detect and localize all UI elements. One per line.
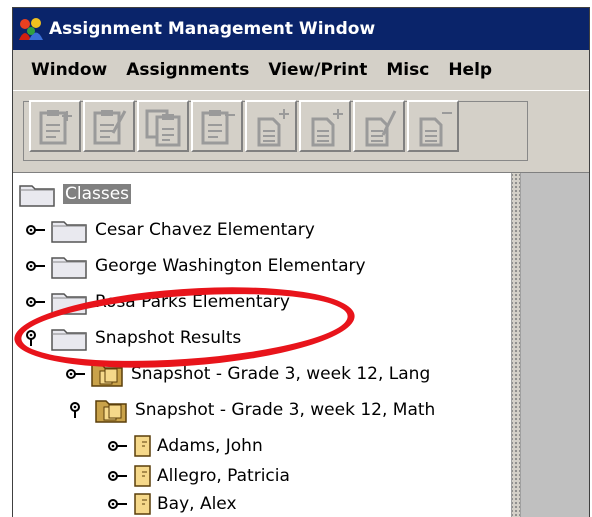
add-document-icon (257, 109, 289, 147)
tree-node-snapshot-results[interactable]: Snapshot Results (25, 321, 241, 355)
tree-node-cesar-chavez[interactable]: Cesar Chavez Elementary (25, 213, 315, 247)
title-bar[interactable]: Assignment Management Window (13, 8, 589, 50)
assignment-folder-icon (91, 361, 123, 387)
menu-view-print[interactable]: View/Print (260, 60, 367, 80)
user-group-icon (17, 16, 45, 42)
tree-label: George Washington Elementary (95, 256, 366, 276)
remove-document-icon (419, 112, 452, 147)
class-tree[interactable]: Classes Cesar Chavez Elementary George W… (13, 173, 511, 517)
tree-label: Classes (63, 184, 132, 204)
tree-root-classes[interactable]: Classes (19, 177, 132, 211)
remove-clipboard-icon (201, 110, 235, 145)
expand-handle-icon[interactable] (65, 366, 87, 382)
tree-node-rosa-parks[interactable]: Rosa Parks Elementary (25, 285, 290, 319)
folder-icon (51, 325, 87, 351)
folder-icon (51, 217, 87, 243)
remove-assignment-button[interactable] (191, 100, 243, 152)
copy-assignment-button[interactable] (137, 100, 189, 152)
expand-handle-icon[interactable] (25, 258, 47, 274)
tree-node-student-adams[interactable]: Adams, John (107, 429, 263, 463)
tree-label: Adams, John (157, 436, 263, 456)
tree-label: Snapshot - Grade 3, week 12, Math (135, 400, 436, 420)
expand-handle-icon[interactable] (107, 438, 129, 454)
edit-clipboard-icon (93, 110, 127, 145)
expand-handle-icon[interactable] (25, 294, 47, 310)
collapse-handle-icon[interactable] (25, 330, 47, 346)
menu-help[interactable]: Help (440, 60, 492, 80)
tree-node-snapshot-lang[interactable]: Snapshot - Grade 3, week 12, Lang (65, 357, 430, 391)
remove-student-button[interactable] (407, 100, 459, 152)
menu-misc[interactable]: Misc (378, 60, 429, 80)
student-icon (133, 492, 153, 516)
tree-node-student-bay[interactable]: Bay, Alex (107, 487, 237, 517)
tree-label: Cesar Chavez Elementary (95, 220, 315, 240)
menu-bar: Window Assignments View/Print Misc Help (13, 50, 589, 90)
expand-handle-icon[interactable] (25, 222, 47, 238)
student-icon (133, 464, 153, 488)
content-area: Classes Cesar Chavez Elementary George W… (13, 172, 589, 517)
tree-label: Rosa Parks Elementary (95, 292, 290, 312)
expand-handle-icon[interactable] (107, 468, 129, 484)
folder-icon (19, 181, 55, 207)
copy-clipboard-icon (145, 109, 181, 147)
tree-node-george-washington[interactable]: George Washington Elementary (25, 249, 366, 283)
menu-window[interactable]: Window (13, 60, 107, 80)
tree-node-snapshot-math[interactable]: Snapshot - Grade 3, week 12, Math (69, 393, 435, 427)
tree-label: Snapshot - Grade 3, week 12, Lang (131, 364, 431, 384)
edit-student-button[interactable] (353, 100, 405, 152)
collapse-handle-icon[interactable] (69, 402, 91, 418)
detail-pane (521, 173, 589, 517)
tree-label: Snapshot Results (95, 328, 242, 348)
window-title: Assignment Management Window (49, 19, 376, 39)
tree-label: Allegro, Patricia (157, 466, 290, 486)
tree-label: Bay, Alex (157, 494, 237, 514)
add-clipboard-icon (39, 110, 72, 145)
add-document-icon (311, 109, 343, 147)
toolbar (13, 90, 589, 173)
pane-splitter[interactable] (511, 173, 521, 517)
edit-document-icon (365, 110, 397, 147)
expand-handle-icon[interactable] (107, 496, 129, 512)
add-student-group-button[interactable] (299, 100, 351, 152)
assignment-folder-icon (95, 397, 127, 423)
assignment-management-window: Assignment Management Window Window Assi… (12, 7, 590, 517)
menu-assignments[interactable]: Assignments (118, 60, 249, 80)
folder-icon (51, 253, 87, 279)
add-assignment-button[interactable] (29, 100, 81, 152)
folder-icon (51, 289, 87, 315)
add-student-button[interactable] (245, 100, 297, 152)
edit-assignment-button[interactable] (83, 100, 135, 152)
student-icon (133, 434, 153, 458)
